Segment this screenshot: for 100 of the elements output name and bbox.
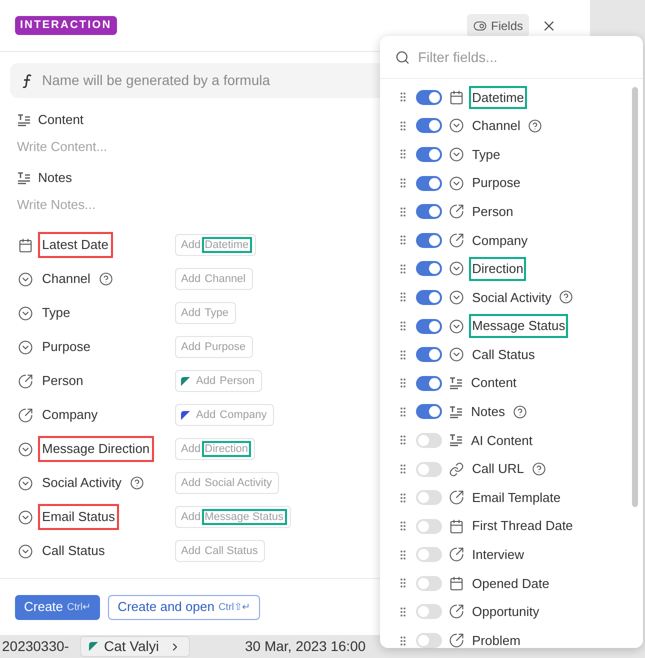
add-value-button[interactable]: Add Message Status: [175, 506, 291, 528]
chevron-circle-icon: [18, 306, 33, 320]
field-name: Opportunity: [471, 603, 540, 622]
field-name: Message Status: [471, 316, 566, 336]
help-icon[interactable]: [130, 476, 144, 490]
field-name: AI Content: [470, 432, 534, 450]
field-name: Person: [471, 202, 514, 221]
field-toggle[interactable]: [416, 604, 442, 620]
field-toggle[interactable]: [416, 576, 442, 591]
field-toggle[interactable]: [416, 290, 442, 305]
field-toggle[interactable]: [416, 318, 442, 334]
chevron-circle-icon: [449, 261, 464, 276]
chevron-circle-icon: [18, 510, 33, 524]
field-name: Notes: [470, 403, 506, 422]
add-value-button[interactable]: Add Datetime: [175, 234, 256, 256]
field-toggle[interactable]: [416, 518, 442, 534]
field-name: First Thread Date: [471, 517, 574, 536]
interaction-tag: INTERACTION: [15, 16, 117, 35]
field-label: Notes: [38, 169, 72, 187]
text-icon: [17, 112, 31, 127]
field-toggle[interactable]: [416, 232, 442, 248]
chevron-circle-icon: [18, 442, 33, 456]
field-toggle[interactable]: [416, 462, 442, 477]
create-and-open-button[interactable]: Create and open Ctrl⇧↵: [108, 594, 260, 620]
arrow-circle-icon: [449, 547, 464, 562]
field-toggle[interactable]: [416, 432, 442, 448]
property-label: Social Activity: [41, 474, 122, 492]
field-name: Call URL: [471, 460, 526, 478]
text-input-field[interactable]: Write Notes...: [17, 194, 317, 214]
field-toggle[interactable]: [416, 176, 442, 191]
help-icon[interactable]: [532, 462, 546, 476]
field-name: Call Status: [471, 346, 536, 364]
field-name: Social Activity: [471, 288, 552, 307]
arrow-circle-icon: [449, 604, 464, 620]
field-name: Email Template: [471, 488, 562, 507]
field-toggle[interactable]: [416, 404, 442, 420]
help-icon[interactable]: [559, 290, 574, 304]
property-label: Purpose: [41, 338, 92, 356]
property-label: Call Status: [41, 542, 106, 560]
table-cell-text: 30 Mar, 2023 16:00: [245, 637, 366, 656]
table-cell-text: 20230330-: [1, 637, 70, 656]
fields-button[interactable]: Fields: [466, 14, 529, 37]
formula-icon: [22, 74, 32, 88]
arrow-circle-icon: [449, 633, 464, 648]
text-icon: [449, 404, 463, 419]
help-icon[interactable]: [99, 272, 114, 286]
field-toggle[interactable]: [416, 490, 442, 506]
property-label: Company: [41, 406, 99, 424]
chevron-circle-icon: [18, 476, 33, 490]
add-value-button[interactable]: Add Channel: [175, 268, 253, 290]
calendar-icon: [449, 576, 464, 591]
chevron-circle-icon: [449, 290, 464, 305]
field-name: Purpose: [471, 174, 522, 192]
field-name: Company: [471, 232, 529, 250]
chevron-circle-icon: [18, 544, 33, 558]
field-name: Content: [470, 374, 518, 392]
add-value-button[interactable]: Add Type: [175, 302, 236, 324]
arrow-circle-icon: [18, 374, 33, 388]
add-value-button[interactable]: Add Person: [175, 370, 262, 392]
name-placeholder: Name will be generated by a formula: [42, 71, 270, 90]
field-toggle[interactable]: [416, 633, 442, 648]
field-toggle[interactable]: [416, 204, 442, 220]
help-icon[interactable]: [512, 404, 527, 419]
add-value-button[interactable]: Add Social Activity: [175, 472, 279, 494]
text-icon: [449, 376, 463, 390]
create-button[interactable]: Create Ctrl↵: [15, 594, 100, 620]
add-value-button[interactable]: Add Company: [175, 404, 274, 426]
calendar-icon: [449, 90, 464, 105]
field-toggle[interactable]: [416, 146, 442, 162]
chevron-circle-icon: [18, 340, 33, 354]
field-name: Channel: [471, 117, 522, 136]
text-input-field[interactable]: Write Content...: [17, 136, 317, 156]
chevron-circle-icon: [449, 347, 464, 362]
field-toggle[interactable]: [416, 90, 442, 105]
arrow-circle-icon: [449, 232, 464, 248]
field-label: Content: [38, 111, 84, 129]
help-icon[interactable]: [528, 118, 542, 133]
add-value-button[interactable]: Add Purpose: [175, 336, 253, 358]
arrow-circle-icon: [449, 490, 464, 506]
chevron-circle-icon: [449, 176, 464, 191]
field-toggle[interactable]: [416, 376, 442, 391]
field-name: Direction: [471, 259, 524, 279]
person-name: Cat Valyi: [104, 637, 159, 656]
arrow-circle-icon: [18, 408, 33, 422]
text-icon: [449, 433, 463, 448]
property-label: Latest Date: [40, 234, 110, 256]
field-toggle[interactable]: [416, 547, 442, 562]
link-icon: [449, 462, 464, 477]
arrow-circle-icon: [449, 204, 464, 220]
add-value-button[interactable]: Add Call Status: [175, 540, 265, 562]
field-toggle[interactable]: [416, 118, 442, 134]
field-name: Opened Date: [471, 574, 550, 593]
chevron-circle-icon: [449, 318, 464, 334]
field-toggle[interactable]: [416, 261, 442, 276]
add-value-button[interactable]: Add Direction: [175, 438, 256, 460]
field-toggle[interactable]: [416, 347, 442, 362]
person-chip[interactable]: Cat Valyi: [80, 636, 190, 657]
field-name: Problem: [471, 632, 522, 648]
property-label: Type: [41, 304, 72, 322]
search-icon: [395, 50, 410, 64]
